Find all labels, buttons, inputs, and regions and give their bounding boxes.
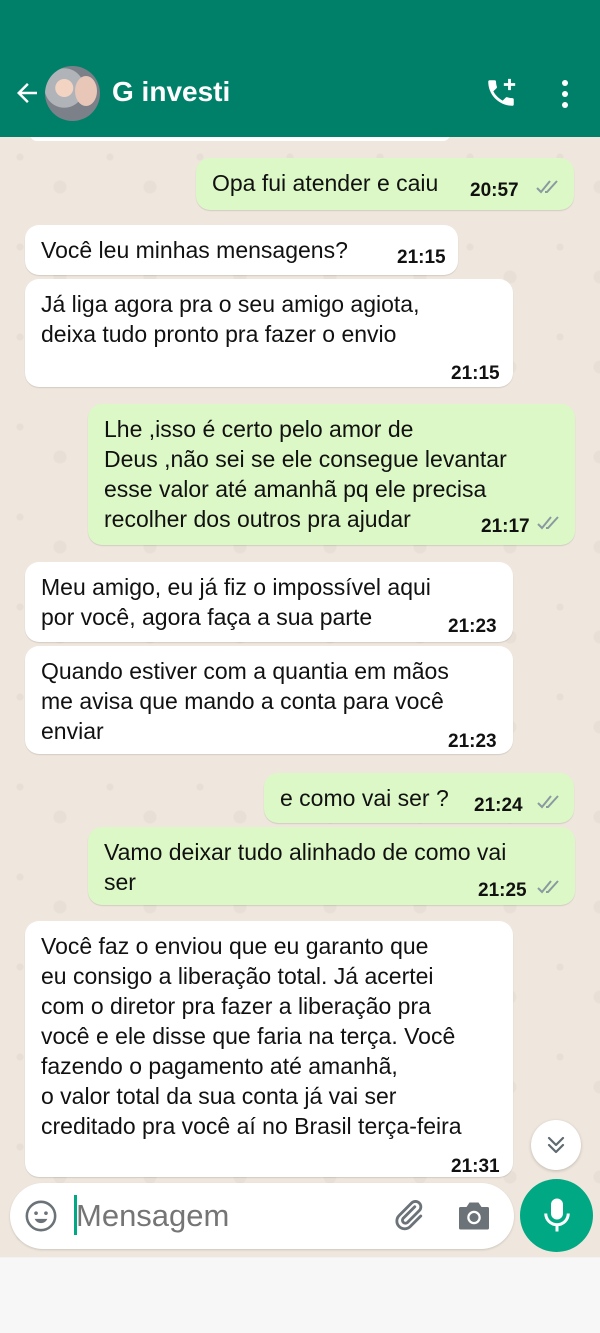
scroll-to-bottom-button[interactable] <box>531 1120 581 1170</box>
message-text: Você faz o enviou que eu garanto que eu … <box>41 933 462 1139</box>
chat-header: G investi <box>0 0 600 137</box>
contact-name[interactable]: G investi <box>112 76 230 108</box>
message-input[interactable] <box>76 1198 376 1234</box>
message-time: 21:24 <box>474 795 523 816</box>
message-bubble[interactable]: Você leu minhas mensagens? 21:15 <box>25 225 458 275</box>
double-check-icon <box>537 795 559 809</box>
message-time: 21:15 <box>451 363 500 384</box>
message-text: Vamo deixar tudo alinhado de como vai se… <box>104 839 507 895</box>
message-time: 21:31 <box>451 1156 500 1177</box>
message-bubble[interactable]: Você faz o enviou que eu garanto que eu … <box>25 921 513 1177</box>
message-text: Você leu minhas mensagens? <box>41 237 348 263</box>
message-text: e como vai ser ? <box>280 785 449 811</box>
message-bubble[interactable]: e como vai ser ? 21:24 <box>264 773 574 823</box>
navigation-area <box>0 1258 600 1333</box>
camera-icon[interactable] <box>456 1199 492 1233</box>
message-time: 21:23 <box>448 616 497 637</box>
message-bubble[interactable]: Opa fui atender e caiu 20:57 <box>196 158 574 210</box>
message-bubble[interactable]: Vamo deixar tudo alinhado de como vai se… <box>88 827 575 905</box>
previous-message-edge <box>30 137 450 141</box>
message-list[interactable]: Opa fui atender e caiu 20:57 Você leu mi… <box>0 137 600 1257</box>
message-time: 21:25 <box>478 880 527 901</box>
message-bubble[interactable]: Meu amigo, eu já fiz o impossível aqui p… <box>25 562 513 642</box>
emoji-icon[interactable] <box>24 1199 58 1233</box>
message-text: Opa fui atender e caiu <box>212 170 439 196</box>
mic-icon <box>544 1198 570 1232</box>
message-bubble[interactable]: Lhe ,isso é certo pelo amor de Deus ,não… <box>88 404 575 545</box>
arrow-left-icon[interactable] <box>12 78 42 108</box>
double-check-icon <box>536 180 558 194</box>
mic-button[interactable] <box>520 1179 593 1252</box>
composer <box>10 1183 514 1249</box>
add-call-icon[interactable] <box>484 76 518 110</box>
message-text: Lhe ,isso é certo pelo amor de Deus ,não… <box>104 416 507 532</box>
message-text: Já liga agora pra o seu amigo agiota, de… <box>41 291 420 347</box>
message-time: 21:15 <box>397 247 446 268</box>
message-bubble[interactable]: Quando estiver com a quantia em mãos me … <box>25 646 513 754</box>
message-time: 20:57 <box>470 180 519 201</box>
double-check-icon <box>537 516 559 530</box>
double-check-icon <box>537 880 559 894</box>
message-time: 21:23 <box>448 731 497 752</box>
message-time: 21:17 <box>481 516 530 537</box>
avatar[interactable] <box>45 66 100 121</box>
more-vertical-icon[interactable] <box>555 78 575 110</box>
double-chevron-down-icon <box>547 1136 565 1154</box>
message-bubble[interactable]: Já liga agora pra o seu amigo agiota, de… <box>25 279 513 387</box>
message-text: Meu amigo, eu já fiz o impossível aqui p… <box>41 574 431 630</box>
paperclip-icon[interactable] <box>390 1197 426 1233</box>
message-text: Quando estiver com a quantia em mãos me … <box>41 658 449 744</box>
